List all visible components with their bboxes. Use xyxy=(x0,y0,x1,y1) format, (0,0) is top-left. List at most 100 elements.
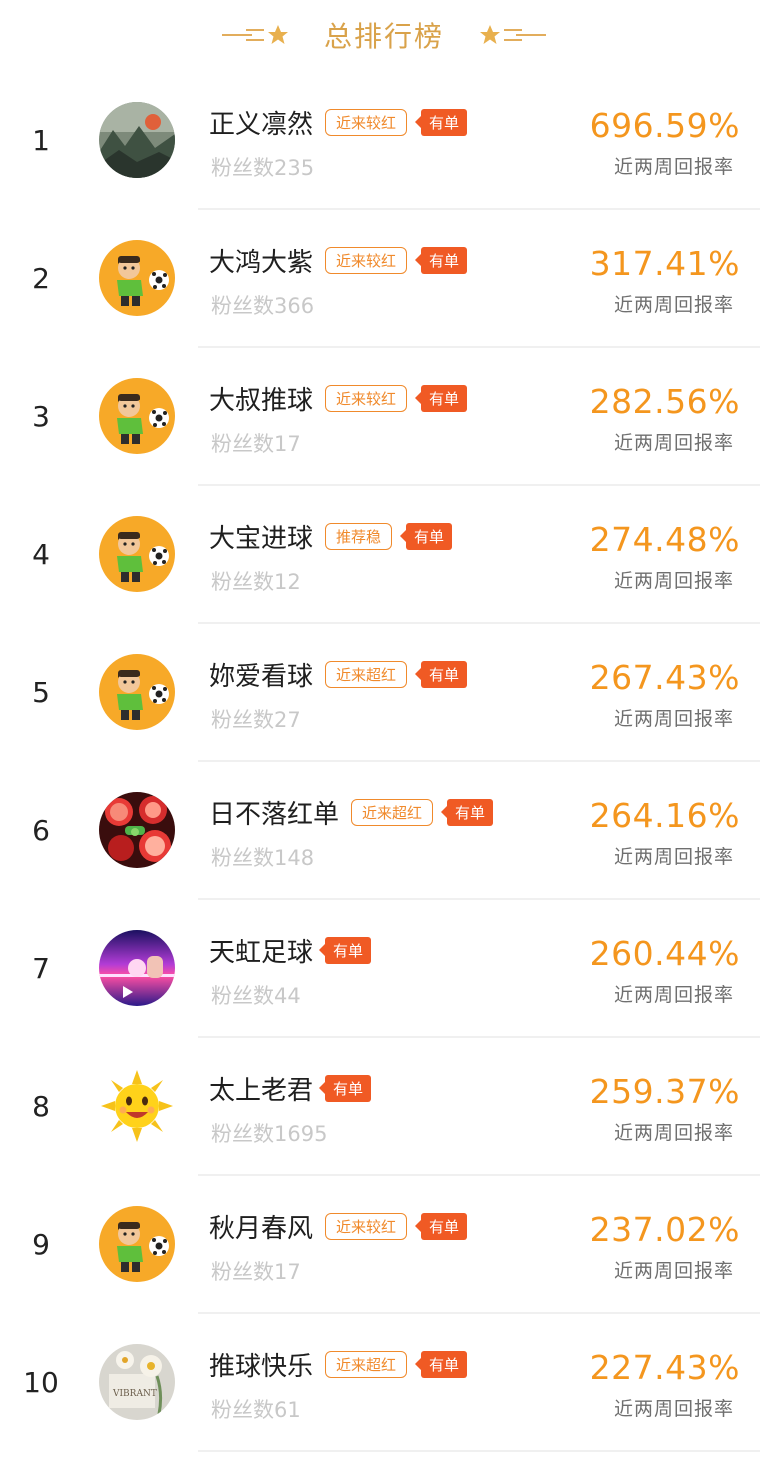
name-line: 太上老君 有单 xyxy=(209,1070,372,1107)
expert-name[interactable]: 正义凛然 xyxy=(209,104,313,141)
soccer-player-avatar[interactable] xyxy=(99,378,175,454)
leaderboard-list: 1 正义凛然 近来较红 有单 粉丝数235 696.59% 近两周回报率 2 大… xyxy=(0,72,768,1452)
rank-number: 2 xyxy=(32,262,50,295)
leaderboard-row-3[interactable]: 3 大叔推球 近来较红 有单 粉丝数17 282.56% 近两周回报率 xyxy=(0,348,768,486)
status-tag: 近来超红 xyxy=(351,798,434,826)
leaderboard-row-7[interactable]: 7 天虹足球 有单 粉丝数44 260.44% 近两周回报率 xyxy=(0,900,768,1038)
return-rate-label: 近两周回报率 xyxy=(613,1260,734,1282)
return-rate: 274.48% xyxy=(589,520,740,559)
fan-count: 粉丝数61 xyxy=(211,1398,301,1422)
return-rate: 282.56% xyxy=(589,382,740,421)
status-tag: 近来超红 xyxy=(325,660,408,688)
leaderboard-row-2[interactable]: 2 大鸿大紫 近来较红 有单 粉丝数366 317.41% 近两周回报率 xyxy=(0,210,768,348)
soccer-player-avatar[interactable] xyxy=(99,516,175,592)
name-line: 天虹足球 有单 xyxy=(209,932,372,969)
leaderboard-row-6[interactable]: 6 日不落红单 近来超红 有单 粉丝数148 264.16% 近两周回报率 xyxy=(0,762,768,900)
has-picks-badge: 有单 xyxy=(415,1350,468,1378)
has-picks-badge: 有单 xyxy=(415,1212,468,1240)
expert-name[interactable]: 推球快乐 xyxy=(209,1346,313,1383)
name-line: 正义凛然 近来较红 有单 xyxy=(209,104,468,141)
fruit-avatar[interactable] xyxy=(99,792,175,868)
leaderboard-row-5[interactable]: 5 妳爱看球 近来超红 有单 粉丝数27 267.43% 近两周回报率 xyxy=(0,624,768,762)
return-rate-label: 近两周回报率 xyxy=(613,570,734,592)
sun-avatar[interactable] xyxy=(99,1068,175,1144)
fan-count: 粉丝数27 xyxy=(211,708,301,732)
expert-name[interactable]: 大叔推球 xyxy=(209,380,313,417)
status-tag: 近来较红 xyxy=(325,1212,408,1240)
rank-number: 3 xyxy=(32,400,50,433)
rank-number: 9 xyxy=(32,1228,50,1261)
return-rate-label: 近两周回报率 xyxy=(613,1122,734,1144)
soccer-player-avatar[interactable] xyxy=(99,1206,175,1282)
return-rate: 264.16% xyxy=(589,796,740,835)
return-rate: 696.59% xyxy=(589,106,740,145)
expert-name[interactable]: 天虹足球 xyxy=(209,932,313,969)
return-rate-label: 近两周回报率 xyxy=(613,1398,734,1420)
return-rate: 259.37% xyxy=(589,1072,740,1111)
has-picks-badge: 有单 xyxy=(319,936,372,964)
expert-name[interactable]: 日不落红单 xyxy=(209,794,339,831)
return-rate-label: 近两周回报率 xyxy=(613,294,734,316)
name-line: 大鸿大紫 近来较红 有单 xyxy=(209,242,468,279)
rank-number: 4 xyxy=(32,538,50,571)
name-line: 大叔推球 近来较红 有单 xyxy=(209,380,468,417)
leaderboard-row-9[interactable]: 9 秋月春风 近来较红 有单 粉丝数17 237.02% 近两周回报率 xyxy=(0,1176,768,1314)
status-tag: 近来较红 xyxy=(325,384,408,412)
rank-number: 6 xyxy=(32,814,50,847)
return-rate-label: 近两周回报率 xyxy=(613,984,734,1006)
status-tag: 近来较红 xyxy=(325,246,408,274)
has-picks-badge: 有单 xyxy=(400,522,453,550)
landscape-avatar[interactable] xyxy=(99,102,175,178)
expert-name[interactable]: 大鸿大紫 xyxy=(209,242,313,279)
status-tag: 近来较红 xyxy=(325,108,408,136)
name-line: 推球快乐 近来超红 有单 xyxy=(209,1346,468,1383)
name-line: 日不落红单 近来超红 有单 xyxy=(209,794,494,831)
rank-number: 1 xyxy=(32,124,50,157)
status-tag: 近来超红 xyxy=(325,1350,408,1378)
name-line: 秋月春风 近来较红 有单 xyxy=(209,1208,468,1245)
soccer-player-avatar[interactable] xyxy=(99,654,175,730)
return-rate: 227.43% xyxy=(589,1348,740,1387)
return-rate-label: 近两周回报率 xyxy=(613,432,734,454)
return-rate-label: 近两周回报率 xyxy=(613,846,734,868)
rank-number: 7 xyxy=(32,952,50,985)
expert-name[interactable]: 大宝进球 xyxy=(209,518,313,555)
soccer-player-avatar[interactable] xyxy=(99,240,175,316)
expert-name[interactable]: 秋月春风 xyxy=(209,1208,313,1245)
leaderboard-row-4[interactable]: 4 大宝进球 推荐稳 有单 粉丝数12 274.48% 近两周回报率 xyxy=(0,486,768,624)
has-picks-badge: 有单 xyxy=(415,108,468,136)
return-rate: 267.43% xyxy=(589,658,740,697)
has-picks-badge: 有单 xyxy=(415,384,468,412)
fan-count: 粉丝数148 xyxy=(211,846,315,870)
left-star-decoration-icon xyxy=(221,23,290,47)
leaderboard-header: 总排行榜 xyxy=(0,0,768,70)
rank-number: 8 xyxy=(32,1090,50,1123)
fan-count: 粉丝数17 xyxy=(211,1260,301,1284)
fan-count: 粉丝数235 xyxy=(211,156,315,180)
has-picks-badge: 有单 xyxy=(415,246,468,274)
right-star-decoration-icon xyxy=(478,23,546,47)
leaderboard-row-8[interactable]: 8 太上老君 有单 粉丝数1695 259.37% 近两周回报率 xyxy=(0,1038,768,1176)
page-title: 总排行榜 xyxy=(323,20,444,53)
has-picks-badge: 有单 xyxy=(415,660,468,688)
flower-avatar[interactable]: VIBRANT xyxy=(99,1344,175,1420)
rank-number: 10 xyxy=(23,1366,59,1399)
return-rate-label: 近两周回报率 xyxy=(613,156,734,178)
leaderboard-row-10[interactable]: 10 VIBRANT 推球快乐 近来超红 有单 粉丝数61 227.43% 近两… xyxy=(0,1314,768,1452)
leaderboard-row-1[interactable]: 1 正义凛然 近来较红 有单 粉丝数235 696.59% 近两周回报率 xyxy=(0,72,768,210)
expert-name[interactable]: 太上老君 xyxy=(209,1070,313,1107)
has-picks-badge: 有单 xyxy=(441,798,494,826)
neon-avatar[interactable] xyxy=(99,930,175,1006)
rank-number: 5 xyxy=(32,676,50,709)
return-rate-label: 近两周回报率 xyxy=(613,708,734,730)
return-rate: 317.41% xyxy=(589,244,740,283)
return-rate: 260.44% xyxy=(589,934,740,973)
fan-count: 粉丝数17 xyxy=(211,432,301,456)
svg-text:VIBRANT: VIBRANT xyxy=(112,1389,157,1399)
has-picks-badge: 有单 xyxy=(319,1074,372,1102)
expert-name[interactable]: 妳爱看球 xyxy=(209,656,313,693)
fan-count: 粉丝数366 xyxy=(211,294,315,318)
name-line: 妳爱看球 近来超红 有单 xyxy=(209,656,468,693)
return-rate: 237.02% xyxy=(589,1210,740,1249)
status-tag: 推荐稳 xyxy=(325,522,393,550)
